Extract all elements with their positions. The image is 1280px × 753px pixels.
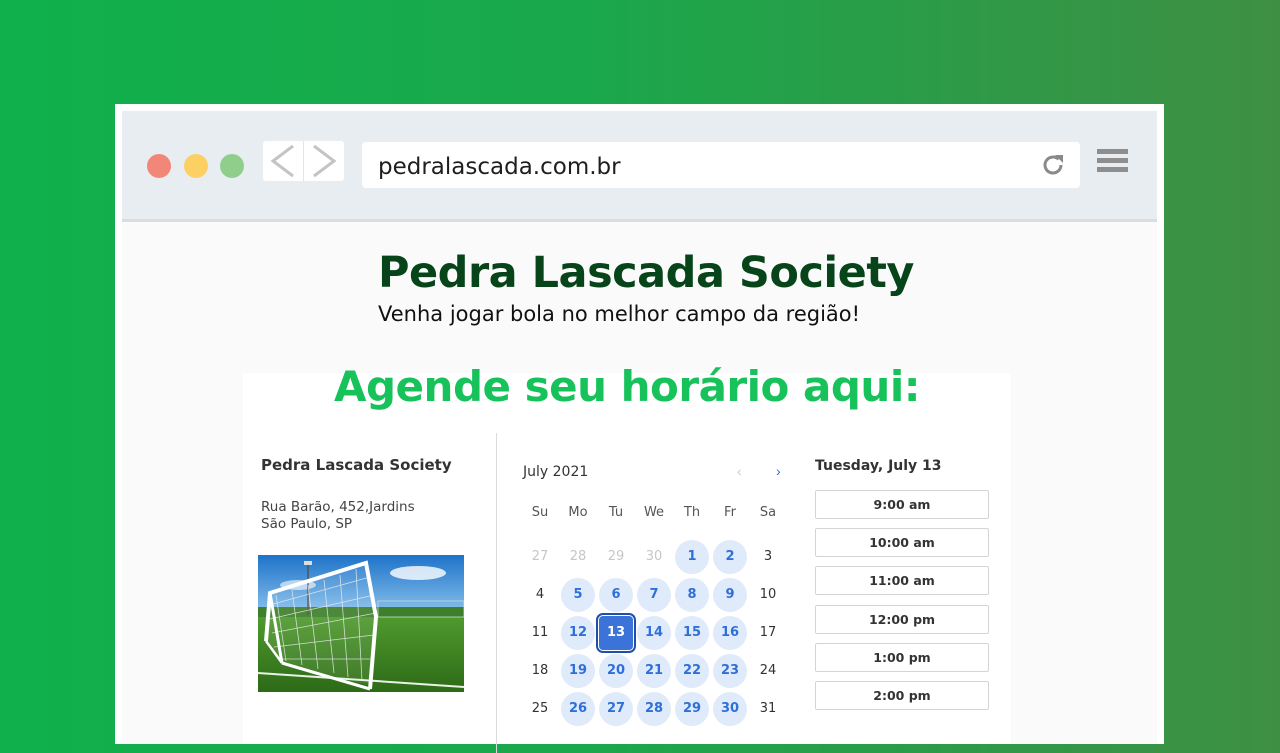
weekday-label: We <box>643 505 665 520</box>
booking-heading: Agende seu horário aqui: <box>333 362 921 411</box>
calendar-day[interactable]: 2 <box>713 540 747 574</box>
address-line-1: Rua Barão, 452,Jardins <box>261 499 415 515</box>
calendar-day[interactable]: 21 <box>637 654 671 688</box>
browser-toolbar: pedralascada.com.br <box>122 111 1157 222</box>
calendar-day[interactable]: 6 <box>599 578 633 612</box>
calendar-day[interactable]: 23 <box>713 654 747 688</box>
business-address: Rua Barão, 452,Jardins São Paulo, SP <box>261 499 415 533</box>
address-bar[interactable]: pedralascada.com.br <box>362 142 1080 188</box>
page-content: Pedra Lascada Society Venha jogar bola n… <box>122 222 1157 753</box>
time-slot-button[interactable]: 1:00 pm <box>815 642 989 672</box>
forward-button[interactable] <box>304 141 344 181</box>
calendar-day[interactable]: 28 <box>637 692 671 726</box>
url-text: pedralascada.com.br <box>378 154 621 180</box>
panel-divider <box>496 433 497 753</box>
calendar-day: 24 <box>759 663 777 678</box>
calendar-day: 10 <box>759 587 777 602</box>
calendar-day[interactable]: 29 <box>675 692 709 726</box>
calendar-day[interactable]: 26 <box>561 692 595 726</box>
calendar-day[interactable]: 7 <box>637 578 671 612</box>
chevron-left-icon <box>270 144 294 178</box>
soccer-goal-photo <box>258 555 464 692</box>
maximize-window-button[interactable] <box>220 154 244 178</box>
selected-date-label: Tuesday, July 13 <box>815 458 942 474</box>
weekday-label: Tu <box>608 505 624 520</box>
close-window-button[interactable] <box>147 154 171 178</box>
calendar-day[interactable]: 8 <box>675 578 709 612</box>
next-month-button[interactable]: › <box>776 463 781 479</box>
weekday-label: Su <box>531 505 549 520</box>
calendar-day[interactable]: 9 <box>713 578 747 612</box>
reload-button[interactable] <box>1040 152 1066 178</box>
calendar-day: 4 <box>535 587 545 602</box>
weekday-label: Sa <box>759 505 777 520</box>
calendar-day[interactable]: 5 <box>561 578 595 612</box>
hamburger-menu-icon[interactable] <box>1097 149 1129 175</box>
site-subtitle: Venha jogar bola no melhor campo da regi… <box>378 302 861 326</box>
calendar-day[interactable]: 1 <box>675 540 709 574</box>
calendar-month-label: July 2021 <box>523 464 589 480</box>
calendar-day: 30 <box>645 549 663 564</box>
calendar-day[interactable]: 14 <box>637 616 671 650</box>
calendar-day: 25 <box>531 701 549 716</box>
calendar-day[interactable]: 27 <box>599 692 633 726</box>
time-slot-button[interactable]: 12:00 pm <box>815 604 989 634</box>
calendar-day-selected[interactable]: 13 <box>596 613 636 653</box>
calendar-day: 28 <box>569 549 587 564</box>
navigation-buttons <box>263 141 344 181</box>
time-slot-button[interactable]: 10:00 am <box>815 528 989 558</box>
calendar-day[interactable]: 16 <box>713 616 747 650</box>
calendar-day[interactable]: 22 <box>675 654 709 688</box>
minimize-window-button[interactable] <box>184 154 208 178</box>
calendar-day[interactable]: 30 <box>713 692 747 726</box>
time-slot-button[interactable]: 9:00 am <box>815 490 989 519</box>
calendar-day: 31 <box>759 701 777 716</box>
address-line-2: São Paulo, SP <box>261 516 353 532</box>
browser-window: pedralascada.com.br Pedra Lascada Societ… <box>115 104 1164 753</box>
site-title: Pedra Lascada Society <box>378 248 914 298</box>
calendar-day: 29 <box>607 549 625 564</box>
time-slot-button[interactable]: 2:00 pm <box>815 681 989 710</box>
scheduling-widget: Agende seu horário aqui: Pedra Lascada S… <box>243 362 1011 753</box>
back-button[interactable] <box>263 141 303 181</box>
calendar-day: 17 <box>759 625 777 640</box>
calendar-day: 3 <box>763 549 773 564</box>
calendar-day[interactable]: 19 <box>561 654 595 688</box>
calendar-day[interactable]: 12 <box>561 616 595 650</box>
calendar-day: 18 <box>531 663 549 678</box>
calendar-day[interactable]: 20 <box>599 654 633 688</box>
calendar-day[interactable]: 15 <box>675 616 709 650</box>
weekday-label: Th <box>683 505 701 520</box>
time-slot-button[interactable]: 11:00 am <box>815 566 989 596</box>
reload-icon <box>1043 155 1063 175</box>
weekday-label: Fr <box>724 505 736 520</box>
chevron-right-icon <box>313 144 337 178</box>
weekday-label: Mo <box>568 505 588 520</box>
business-name: Pedra Lascada Society <box>261 456 452 474</box>
previous-month-button[interactable]: ‹ <box>737 463 742 479</box>
calendar-day: 11 <box>531 625 549 640</box>
calendar-day: 27 <box>531 549 549 564</box>
